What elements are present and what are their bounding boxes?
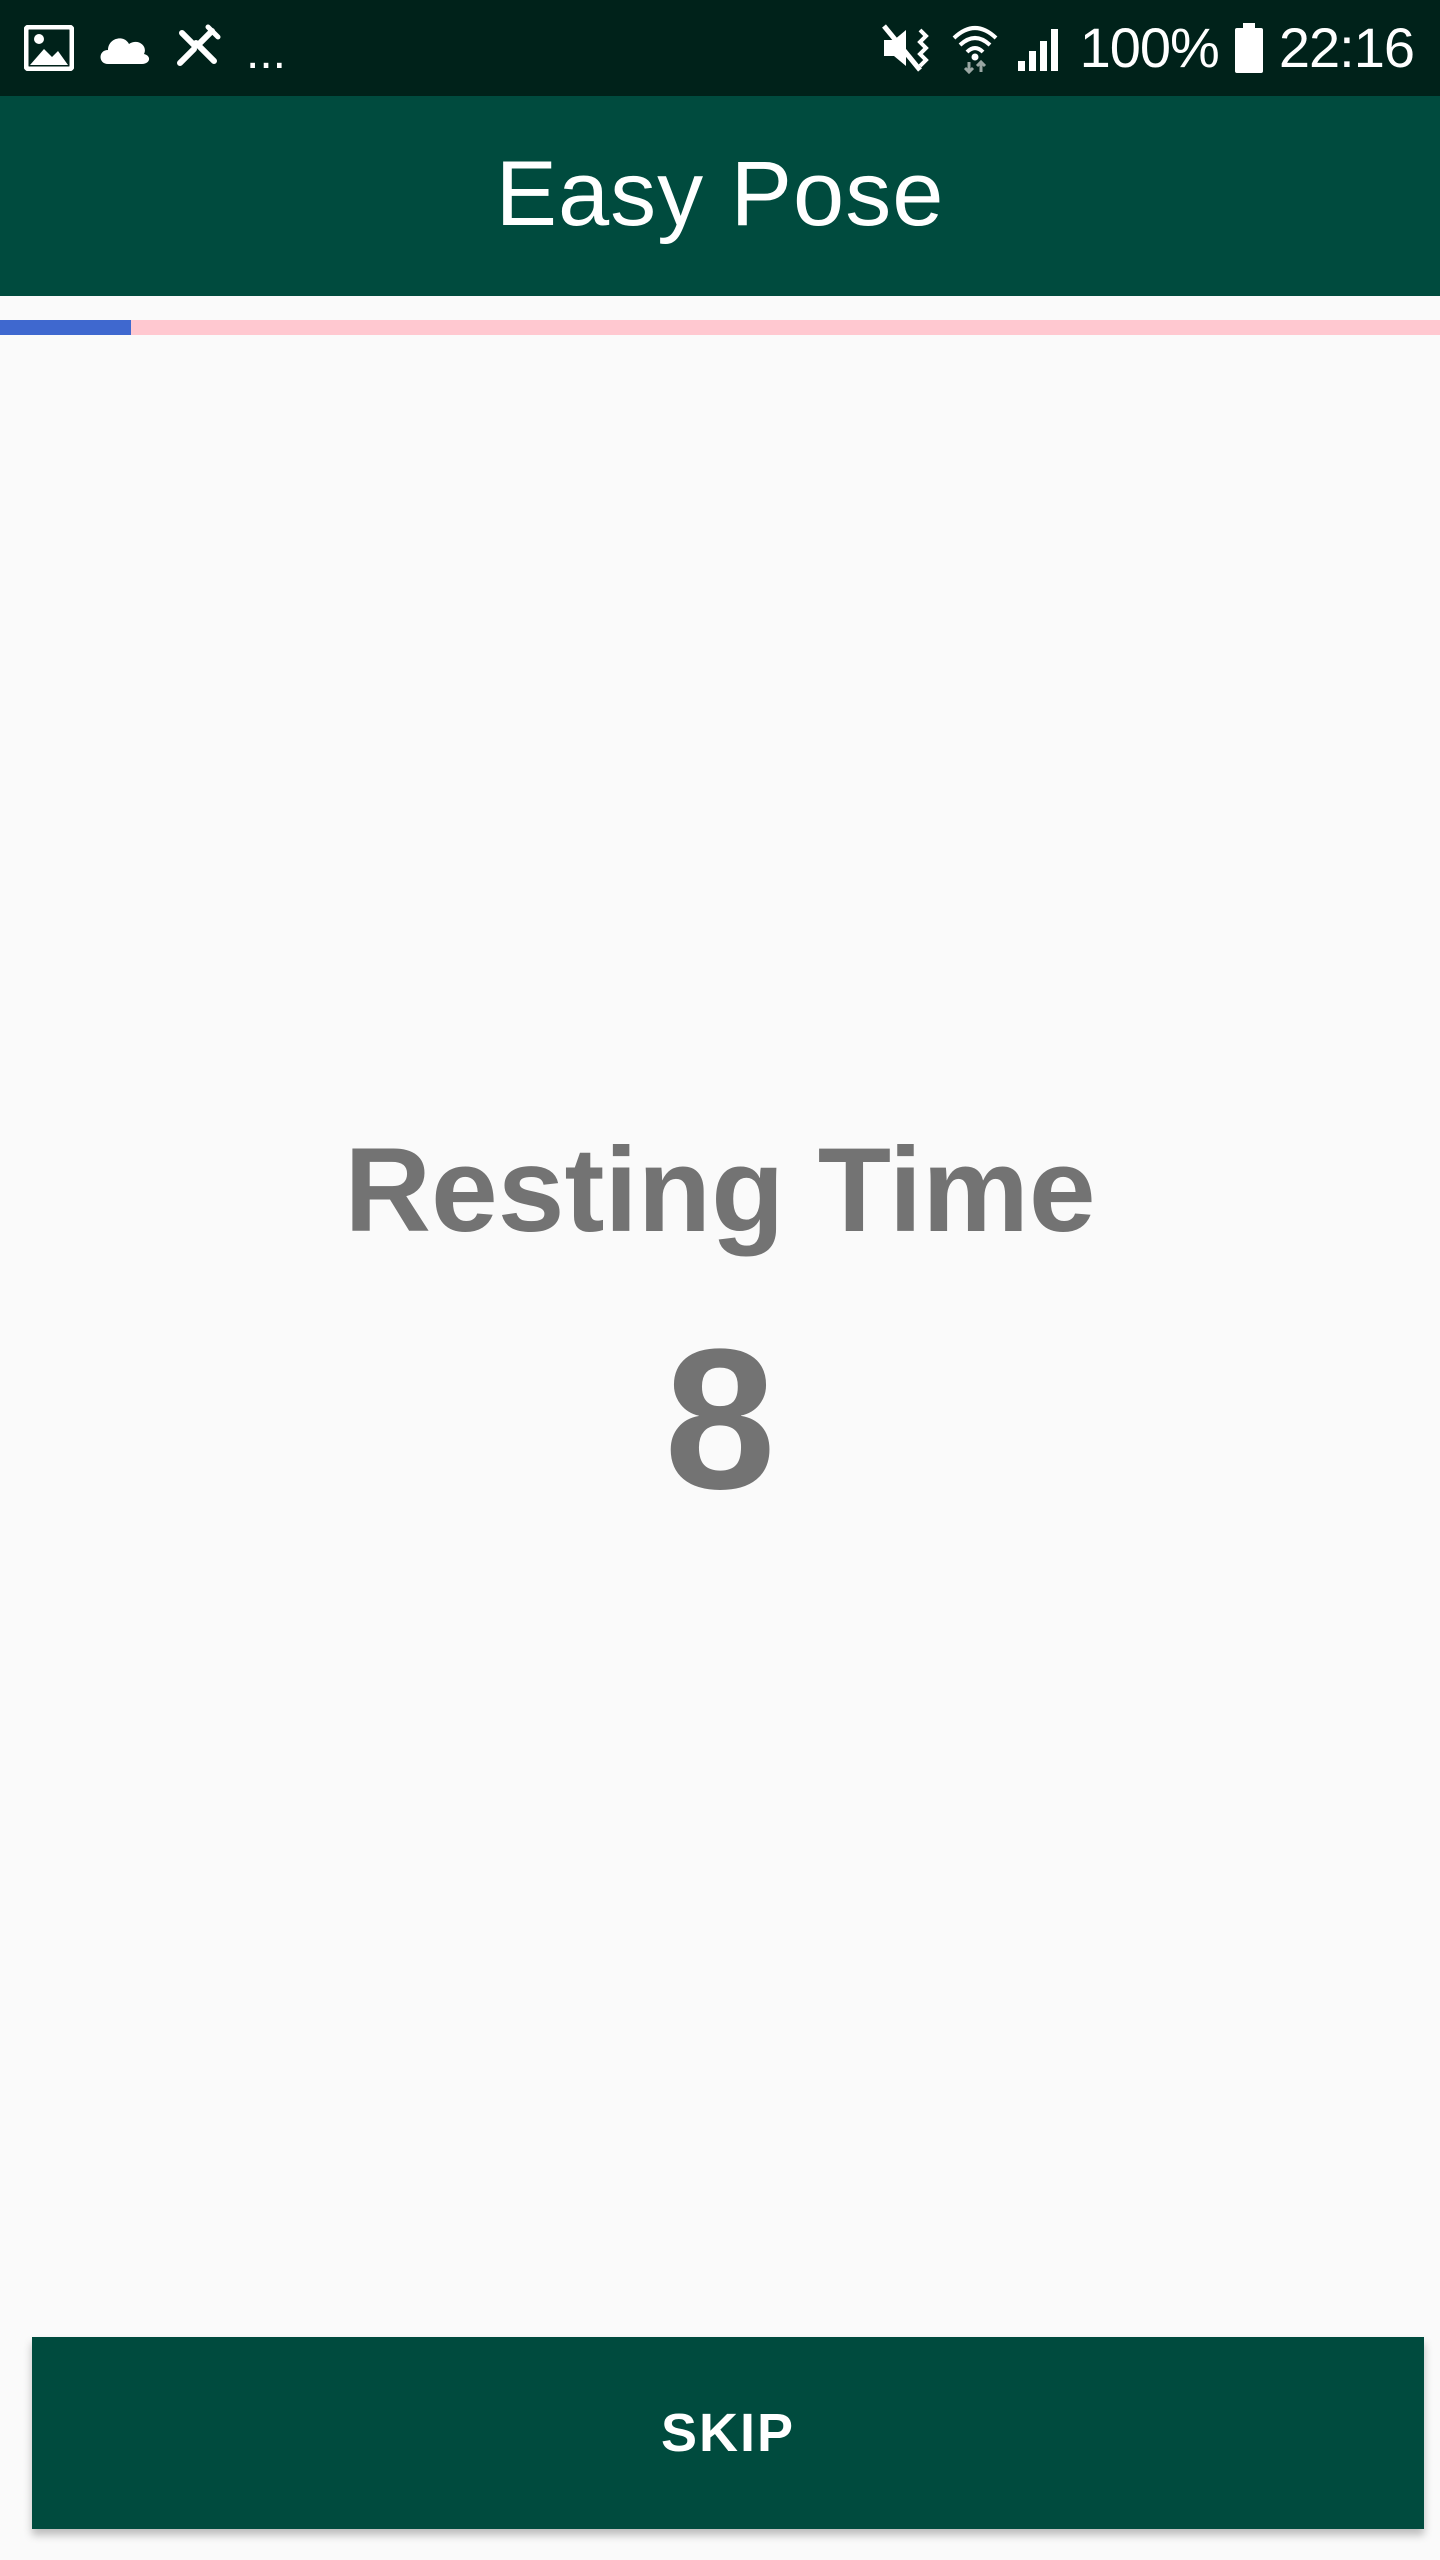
cloud-icon — [96, 30, 152, 66]
signal-icon — [1014, 23, 1066, 73]
workout-progress-fill — [0, 320, 132, 335]
rest-countdown-value: 8 — [664, 1308, 776, 1531]
exercise-rest-screen: ... 100% 22:16 Easy Pose Resting Time 8 … — [0, 0, 1440, 2560]
battery-percent: 100% — [1079, 16, 1220, 79]
app-bar: Easy Pose — [0, 96, 1440, 296]
resting-time-label: Resting Time — [344, 1123, 1096, 1257]
wifi-icon — [950, 22, 1000, 74]
skip-button[interactable]: SKIP — [32, 2337, 1424, 2529]
workout-progress-bar — [0, 320, 1440, 335]
page-title: Easy Pose — [495, 142, 945, 245]
status-bar: ... 100% 22:16 — [0, 0, 1440, 96]
notification-icons: ... — [24, 18, 286, 78]
clock: 22:16 — [1278, 16, 1415, 79]
mute-vibrate-icon — [880, 22, 936, 74]
more-notifications-indicator: ... — [246, 26, 287, 79]
wrench-icon — [174, 23, 224, 73]
gallery-icon — [24, 25, 74, 71]
system-status-icons: 100% 22:16 — [880, 14, 1415, 82]
battery-icon — [1233, 21, 1265, 75]
